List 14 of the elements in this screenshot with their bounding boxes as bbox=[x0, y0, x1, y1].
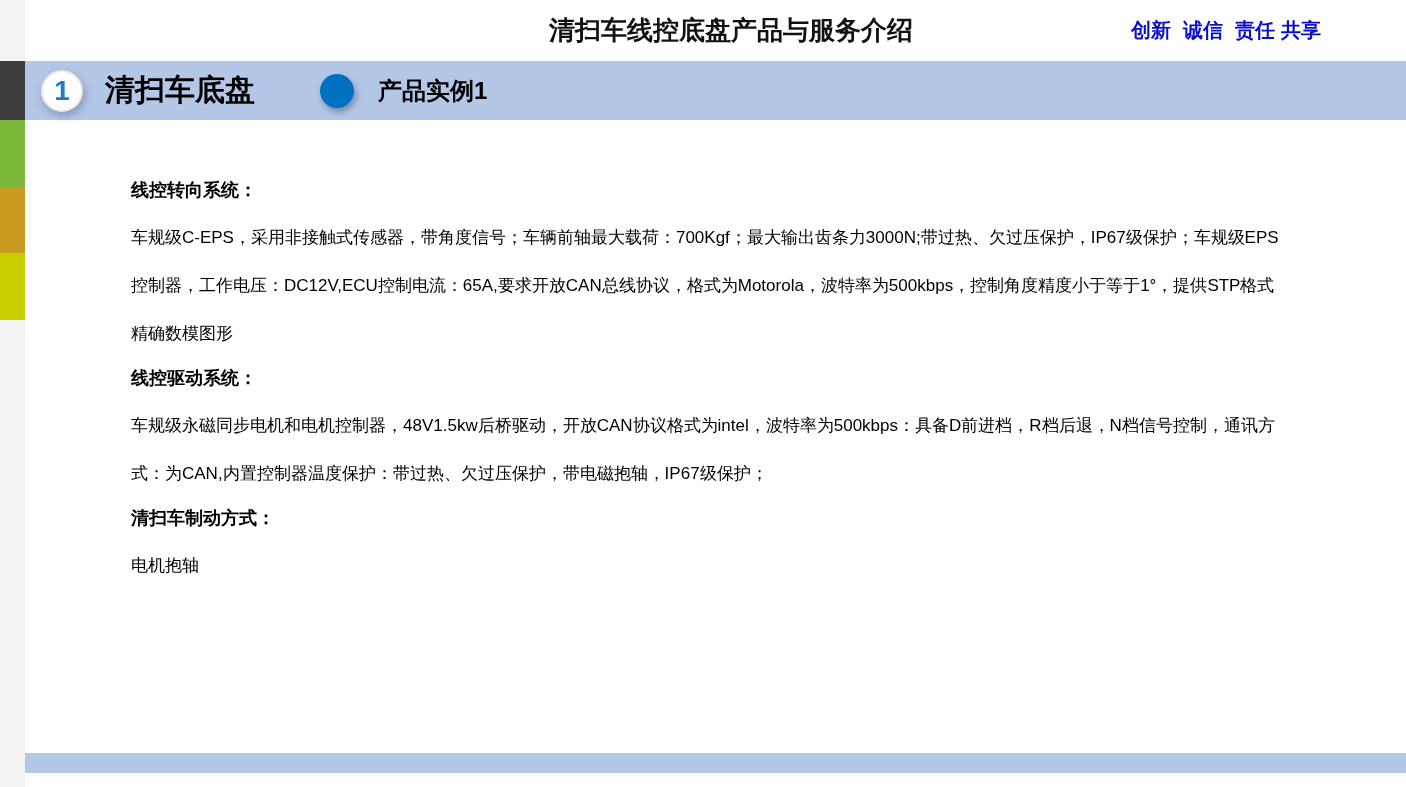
section-heading: 线控转向系统： bbox=[131, 179, 258, 202]
body-paragraph: 车规级C-EPS，采用非接触式传感器，带角度信号；车辆前轴最大载荷：700Kgf；最大输出齿条力3000N;带过热、欠过压保护，IP67级保护；车规级EPS控制器，工作电压：DC12V,ECU控制电流：65A,要求开放CAN总线协议，格式为Motorola，波特率为500kbps，控制角度精度小于等于1°，提供STP格式精确数模图形 bbox=[131, 227, 1280, 345]
body-paragraph: 电机抱轴 bbox=[131, 555, 200, 577]
section-number: 1 bbox=[41, 69, 83, 112]
section-title: 清扫车底盘 bbox=[105, 72, 256, 108]
bullet-dot bbox=[320, 73, 354, 108]
body-paragraph: 车规级永磁同步电机和电机控制器，48V1.5kw后桥驱动，开放CAN协议格式为intel，波特率为500kbps：具备D前进档，R档后退，N档信号控制，通讯方式：为CAN,内置控制器温度保护：带过热、欠过压保护，带电磁抱轴，IP67级保护； bbox=[131, 415, 1276, 485]
subsection-title: 产品实例1 bbox=[378, 75, 488, 106]
motto-text: 诚信 bbox=[1183, 18, 1224, 43]
motto-text: 创新 bbox=[1131, 18, 1172, 43]
slide-title: 清扫车线控底盘产品与服务介绍 bbox=[548, 14, 913, 47]
motto-text: 责任 共享 bbox=[1235, 18, 1321, 43]
section-heading: 清扫车制动方式： bbox=[131, 507, 276, 530]
section-heading: 线控驱动系统： bbox=[131, 367, 258, 390]
